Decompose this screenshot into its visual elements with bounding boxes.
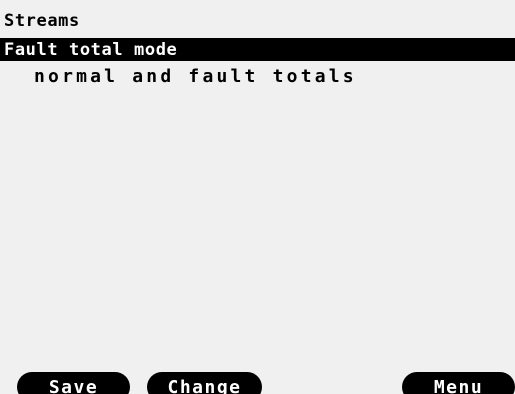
device-screen: Streams Fault total mode normal and faul… <box>0 0 515 394</box>
menu-item-value: normal and fault totals <box>34 66 357 87</box>
save-button[interactable]: Save <box>17 372 130 394</box>
menu-button[interactable]: Menu <box>402 372 515 394</box>
change-button-label: Change <box>167 377 242 394</box>
menu-item-label: Fault total mode <box>4 40 178 60</box>
menu-button-label: Menu <box>433 377 484 394</box>
screen-title: Streams <box>4 11 80 31</box>
change-button[interactable]: Change <box>147 372 262 394</box>
selected-menu-item[interactable]: Fault total mode <box>0 38 515 61</box>
save-button-label: Save <box>48 377 99 394</box>
